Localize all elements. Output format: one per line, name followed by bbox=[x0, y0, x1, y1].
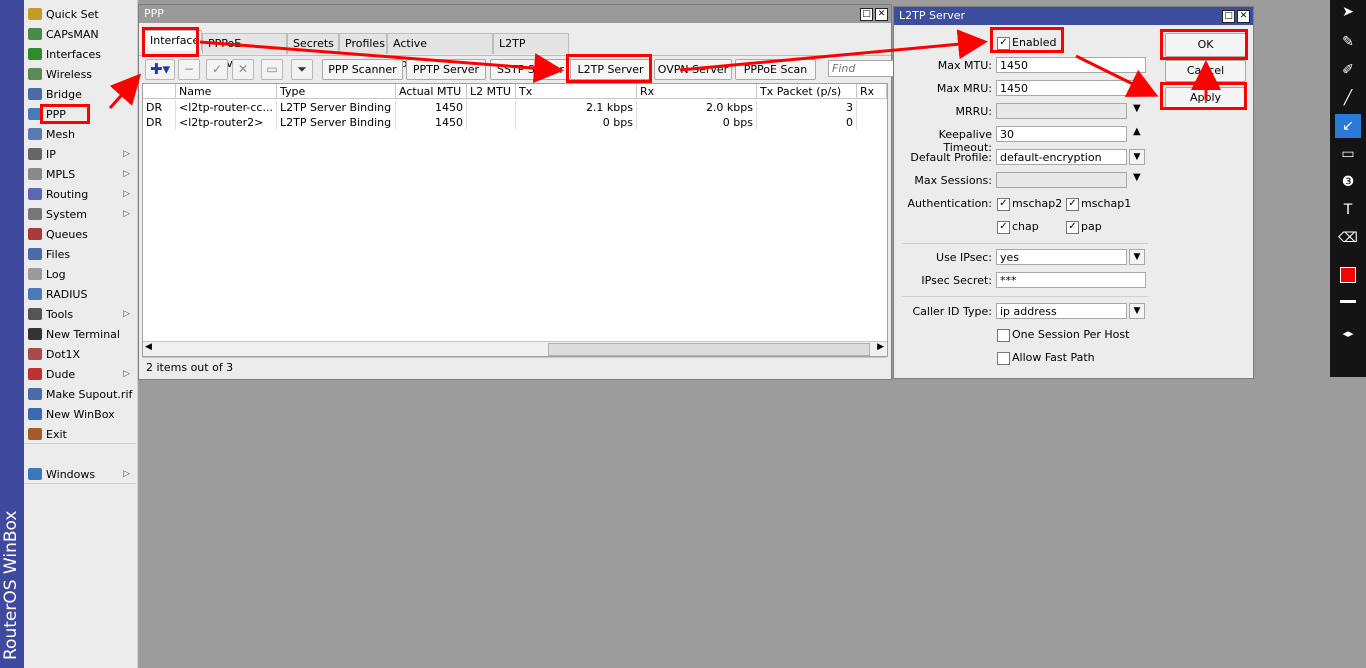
arrow-ppp-to-interface bbox=[108, 73, 142, 110]
annotation-arrows bbox=[108, 29, 1221, 110]
arrow-l2tp-to-enabled bbox=[679, 29, 988, 72]
arrow-interface-to-l2tp bbox=[199, 40, 564, 84]
arrow-enabled-to-apply bbox=[1075, 54, 1159, 97]
